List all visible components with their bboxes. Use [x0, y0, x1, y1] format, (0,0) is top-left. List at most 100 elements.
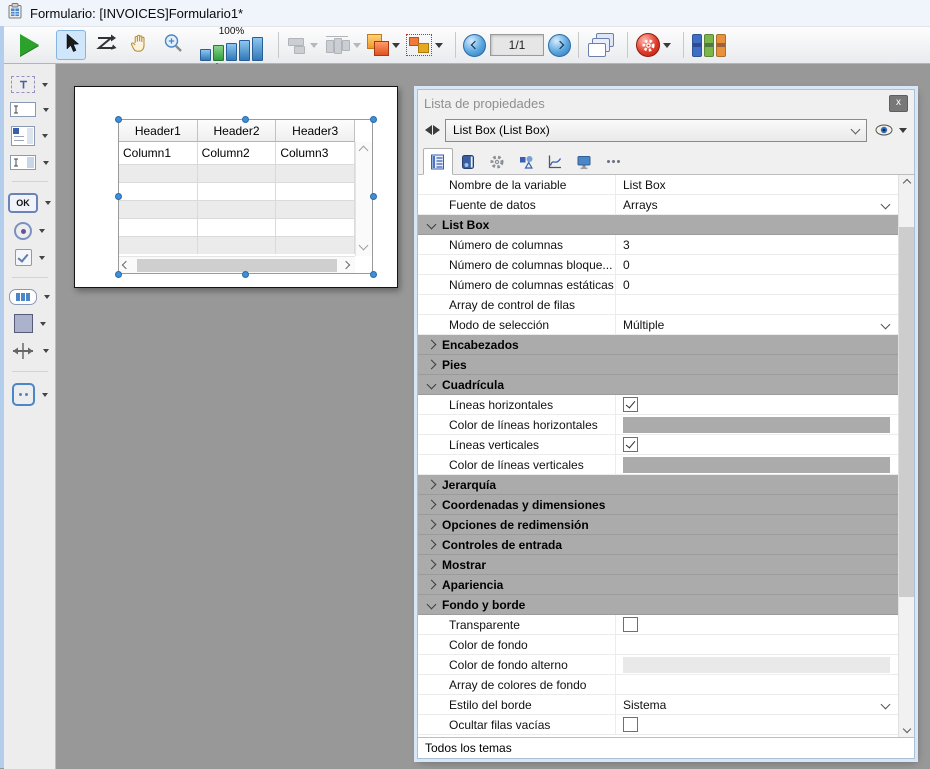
section-header[interactable]: Apariencia [418, 575, 898, 595]
execute-form-button[interactable] [14, 30, 44, 60]
section-header[interactable]: List Box [418, 215, 898, 235]
chevron-down-icon[interactable] [881, 200, 891, 210]
list-box-tool[interactable] [9, 289, 50, 305]
selection-handle-nw[interactable] [115, 116, 122, 123]
section-header[interactable]: Fondo y borde [418, 595, 898, 615]
section-header[interactable]: Jerarquía [418, 475, 898, 495]
checkbox-unchecked[interactable] [623, 717, 638, 732]
zoom-scale-control[interactable]: 100% [200, 27, 263, 61]
tab-properties-list[interactable] [423, 148, 453, 175]
property-row[interactable]: Número de columnas estáticas0 [418, 275, 898, 295]
chevron-down-icon[interactable] [881, 700, 891, 710]
section-header[interactable]: Coordenadas y dimensiones [418, 495, 898, 515]
property-row[interactable]: Array de control de filas [418, 295, 898, 315]
form-pages-button[interactable] [586, 30, 616, 60]
property-row[interactable]: Color de líneas verticales [418, 455, 898, 475]
plugin-area-tool[interactable] [12, 383, 48, 406]
close-button[interactable]: x [889, 95, 908, 112]
section-header[interactable]: Pies [418, 355, 898, 375]
property-row[interactable]: Líneas horizontales [418, 395, 898, 415]
color-swatch[interactable] [623, 457, 890, 473]
scrollbar-thumb[interactable] [899, 227, 914, 597]
property-value[interactable] [616, 715, 898, 734]
property-value[interactable] [616, 615, 898, 634]
color-swatch[interactable] [623, 417, 890, 433]
zoom-bar-400[interactable] [239, 40, 250, 61]
property-value[interactable] [616, 455, 898, 474]
tab-more-options[interactable] [599, 149, 627, 174]
previous-page-button[interactable] [463, 34, 486, 57]
view-filter-button[interactable] [875, 124, 907, 136]
zoom-bar-200[interactable] [226, 43, 237, 61]
selection-handle-ne[interactable] [370, 116, 377, 123]
chevron-down-icon[interactable] [881, 320, 891, 330]
checkbox-unchecked[interactable] [623, 617, 638, 632]
tab-order-tool-button[interactable] [90, 30, 120, 60]
property-row[interactable]: Ocultar filas vacías [418, 715, 898, 735]
page-indicator[interactable]: 1/1 [490, 34, 544, 56]
zoom-bar-50[interactable] [200, 49, 211, 61]
static-text-tool[interactable] [11, 76, 48, 93]
tab-events[interactable] [541, 149, 569, 174]
property-row[interactable]: Estilo del bordeSistema [418, 695, 898, 715]
color-swatch[interactable] [623, 657, 890, 673]
zoom-tool-button[interactable] [158, 30, 188, 60]
selection-handle-n[interactable] [242, 116, 249, 123]
splitter-tool[interactable] [10, 342, 49, 360]
section-header[interactable]: Mostrar [418, 555, 898, 575]
property-grid-scrollbar[interactable] [898, 175, 914, 737]
checkbox-checked[interactable] [623, 437, 638, 452]
scroll-down-button[interactable] [899, 721, 914, 737]
combo-box-tool[interactable] [10, 155, 49, 170]
section-header[interactable]: Controles de entrada [418, 535, 898, 555]
tab-data-source[interactable] [454, 149, 482, 174]
property-row[interactable]: Fuente de datosArrays [418, 195, 898, 215]
tab-display[interactable] [570, 149, 598, 174]
checkbox-tool[interactable] [15, 249, 45, 266]
property-row[interactable]: Transparente [418, 615, 898, 635]
input-field-tool[interactable] [10, 102, 49, 117]
object-selector-dropdown[interactable]: List Box (List Box) [445, 119, 867, 142]
property-value[interactable] [616, 435, 898, 454]
hierarchical-list-tool[interactable] [11, 126, 48, 146]
tab-objects[interactable] [512, 149, 540, 174]
property-row[interactable]: Color de líneas horizontales [418, 415, 898, 435]
property-row[interactable]: Nombre de la variableList Box [418, 175, 898, 195]
property-value[interactable]: Sistema [616, 695, 898, 714]
actions-button[interactable] [635, 30, 672, 60]
next-page-button[interactable] [548, 34, 571, 57]
listbox-object[interactable]: Header1 Header2 Header3 Column1 Column2 … [118, 119, 373, 274]
property-row[interactable]: Líneas verticales [418, 435, 898, 455]
property-value[interactable] [616, 415, 898, 434]
property-row[interactable]: Modo de selecciónMúltiple [418, 315, 898, 335]
selection-handle-sw[interactable] [115, 271, 122, 278]
selection-handle-e[interactable] [370, 193, 377, 200]
scroll-up-button[interactable] [899, 175, 914, 191]
button-tool[interactable]: OK [8, 193, 51, 213]
property-row[interactable]: Color de fondo alterno [418, 655, 898, 675]
selection-tool-button[interactable] [56, 30, 86, 60]
selection-handle-s[interactable] [242, 271, 249, 278]
property-value[interactable] [616, 655, 898, 674]
zoom-bar-100-selected[interactable] [213, 45, 224, 61]
property-row[interactable]: Array de colores de fondo [418, 675, 898, 695]
zoom-bar-800[interactable] [252, 37, 263, 61]
selection-handle-se[interactable] [370, 271, 377, 278]
section-header[interactable]: Cuadrícula [418, 375, 898, 395]
section-header[interactable]: Opciones de redimensión [418, 515, 898, 535]
property-value[interactable]: Múltiple [616, 315, 898, 334]
checkbox-checked[interactable] [623, 397, 638, 412]
move-level-button[interactable] [366, 30, 401, 60]
radio-button-tool[interactable] [14, 222, 45, 240]
group-objects-button[interactable] [405, 30, 444, 60]
selection-handle-w[interactable] [115, 193, 122, 200]
property-row[interactable]: Número de columnas3 [418, 235, 898, 255]
property-row[interactable]: Número de columnas bloque...0 [418, 255, 898, 275]
property-row[interactable]: Color de fondo [418, 635, 898, 655]
documentation-button[interactable] [691, 30, 727, 60]
tab-settings[interactable] [483, 149, 511, 174]
object-navigation-arrows[interactable] [425, 125, 440, 135]
section-header[interactable]: Encabezados [418, 335, 898, 355]
rectangle-tool[interactable] [14, 314, 46, 333]
property-value[interactable] [616, 395, 898, 414]
